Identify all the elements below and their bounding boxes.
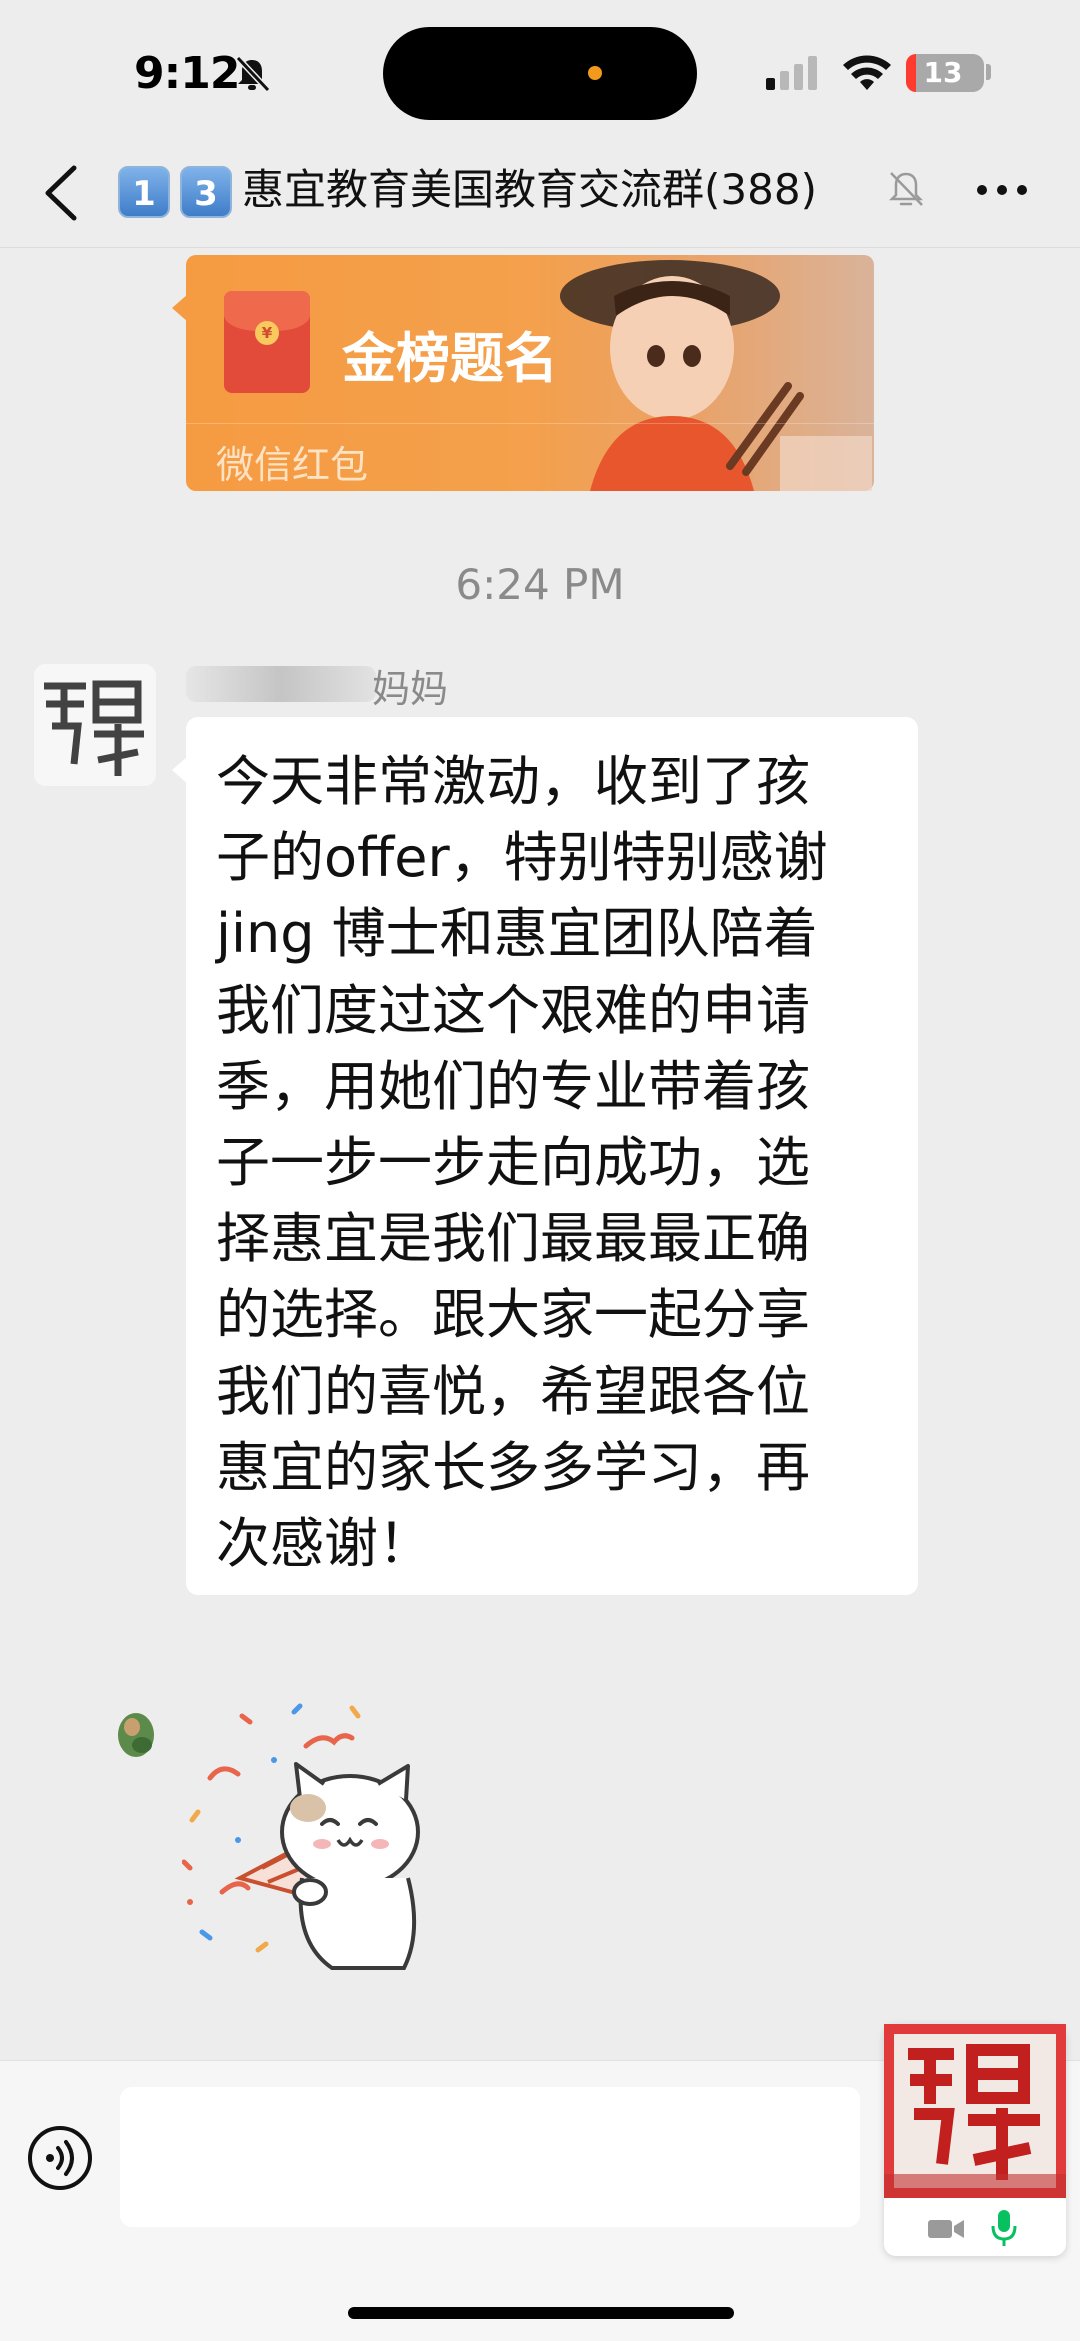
- more-button[interactable]: [972, 170, 1032, 210]
- message-line: 子一步一步走向成功，选: [216, 1131, 810, 1195]
- message-line: 的选择。跟大家一起分享: [216, 1283, 810, 1347]
- sender-name-blur: [186, 666, 376, 702]
- member-count: (388): [704, 165, 817, 214]
- message-line: 我们的喜悦，希望跟各位: [216, 1359, 810, 1423]
- keycap-badge-3: 3: [180, 166, 232, 218]
- message-text: 今天非常激动，收到了孩 子的offer，特别特别感谢 jing 博士和惠宜团队陪…: [216, 744, 906, 1582]
- mic-icon: [991, 2210, 1017, 2246]
- header-divider: [0, 247, 1080, 248]
- message-line: jing 博士和惠宜团队陪着: [216, 902, 818, 966]
- message-line: 择惠宜是我们最最最正确: [216, 1207, 810, 1271]
- message-line: 季，用她们的专业带着孩: [216, 1054, 810, 1118]
- video-icon: [928, 2220, 964, 2238]
- red-envelope-seal: ¥: [255, 321, 279, 345]
- wifi-icon: [843, 55, 891, 90]
- sender-name: 妈妈: [372, 667, 449, 711]
- sender-avatar-2[interactable]: [112, 1703, 160, 1763]
- red-packet-illustration: [560, 260, 872, 491]
- message-line: 惠宜的家长多多学习，再: [216, 1435, 810, 1499]
- status-time: 9:12: [134, 48, 240, 99]
- keycap-badge-1: 1: [118, 166, 170, 218]
- bell-off-icon: [235, 55, 271, 93]
- mute-bell-icon: [888, 172, 924, 206]
- cat-sticker[interactable]: [182, 1702, 522, 1974]
- battery-nub: [986, 64, 991, 80]
- back-button[interactable]: [34, 158, 92, 228]
- red-packet-divider: [186, 423, 874, 424]
- voice-button[interactable]: [26, 2124, 94, 2192]
- message-line: 我们度过这个艰难的申请: [216, 978, 810, 1042]
- signal-icon: [766, 56, 817, 90]
- floating-window-preview: [884, 2024, 1066, 2198]
- message-line: 子的offer，特别特别感谢: [216, 826, 828, 890]
- red-packet-label: 微信红包: [216, 443, 369, 487]
- message-input[interactable]: [120, 2087, 860, 2227]
- message-line: 次感谢！: [216, 1512, 432, 1576]
- group-title[interactable]: 惠宜教育美国教育交流群(388): [242, 160, 817, 220]
- red-packet-title: 金榜题名: [342, 327, 558, 390]
- home-indicator[interactable]: [348, 2307, 734, 2319]
- message-timestamp: 6:24 PM: [455, 560, 625, 609]
- privacy-indicator: [588, 66, 602, 80]
- group-name: 惠宜教育美国教育交流群: [242, 165, 705, 214]
- dynamic-island: [383, 27, 697, 120]
- message-line: 今天非常激动，收到了孩: [216, 750, 810, 813]
- sender-avatar[interactable]: [34, 664, 156, 786]
- battery-percent: 13: [923, 56, 963, 89]
